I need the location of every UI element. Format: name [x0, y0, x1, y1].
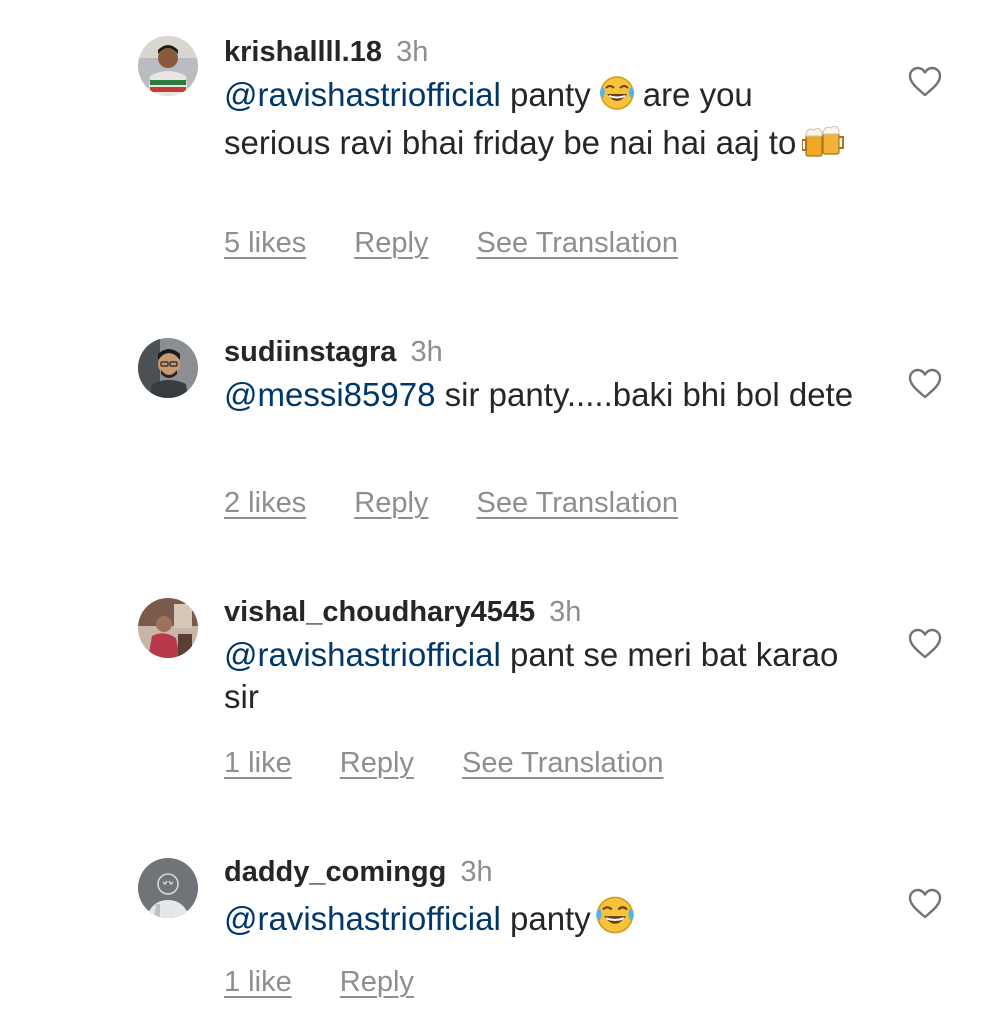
comment-meta: sudiinstagra 3h	[224, 332, 864, 372]
avatar[interactable]	[138, 36, 198, 96]
comment-meta: daddy_comingg 3h	[224, 852, 864, 892]
timestamp: 3h	[460, 856, 493, 888]
beer-mugs-emoji	[801, 122, 845, 170]
mention-link[interactable]: @ravishastriofficial	[224, 76, 501, 113]
comment-text-part: sir panty.....baki bhi bol dete	[444, 376, 854, 413]
comment-meta: vishal_choudhary4545 3h	[224, 592, 864, 632]
tears-of-joy-emoji	[597, 74, 637, 122]
avatar[interactable]	[138, 858, 198, 918]
comment-text-part: panty	[509, 76, 591, 113]
reply-button[interactable]: Reply	[340, 747, 414, 779]
likes-count-link[interactable]: 5 likes	[224, 227, 306, 259]
likes-count-link[interactable]: 1 like	[224, 966, 292, 998]
like-heart-icon[interactable]	[908, 888, 942, 920]
comment-body: daddy_comingg 3h @ravishastriofficial pa…	[224, 852, 864, 946]
comment-body: vishal_choudhary4545 3h @ravishastrioffi…	[224, 592, 864, 718]
comment-text: @ravishastriofficial pant se meri bat ka…	[224, 634, 864, 718]
comment-text: @ravishastriofficial panty are you serio…	[224, 74, 864, 170]
comment-text: @ravishastriofficial panty	[224, 894, 864, 946]
timestamp: 3h	[410, 336, 443, 368]
comment-actions: 1 like Reply See Translation	[224, 745, 704, 781]
avatar[interactable]	[138, 338, 198, 398]
mention-link[interactable]: @messi85978	[224, 376, 435, 413]
comment-actions: 5 likes Reply See Translation	[224, 225, 718, 261]
tears-of-joy-emoji	[593, 894, 637, 946]
reply-button[interactable]: Reply	[354, 227, 428, 259]
see-translation-button[interactable]: See Translation	[462, 747, 664, 779]
comment-text: @messi85978 sir panty.....baki bhi bol d…	[224, 374, 864, 416]
mention-link[interactable]: @ravishastriofficial	[224, 900, 501, 937]
comment-body: sudiinstagra 3h @messi85978 sir panty...…	[224, 332, 864, 416]
reply-button[interactable]: Reply	[354, 487, 428, 519]
username[interactable]: daddy_comingg	[224, 856, 446, 888]
likes-count-link[interactable]: 1 like	[224, 747, 292, 779]
username[interactable]: vishal_choudhary4545	[224, 596, 535, 628]
timestamp: 3h	[396, 36, 429, 68]
avatar[interactable]	[138, 598, 198, 658]
mention-link[interactable]: @ravishastriofficial	[224, 636, 501, 673]
like-heart-icon[interactable]	[908, 628, 942, 660]
username[interactable]: sudiinstagra	[224, 336, 396, 368]
likes-count-link[interactable]: 2 likes	[224, 487, 306, 519]
comment-meta: krishallll.18 3h	[224, 32, 864, 72]
comment-actions: 2 likes Reply See Translation	[224, 485, 718, 521]
timestamp: 3h	[549, 596, 582, 628]
see-translation-button[interactable]: See Translation	[476, 227, 678, 259]
see-translation-button[interactable]: See Translation	[476, 487, 678, 519]
like-heart-icon[interactable]	[908, 368, 942, 400]
comment-actions: 1 like Reply	[224, 964, 454, 1000]
comment-body: krishallll.18 3h @ravishastriofficial pa…	[224, 32, 864, 170]
like-heart-icon[interactable]	[908, 66, 942, 98]
username[interactable]: krishallll.18	[224, 36, 382, 68]
comment-text-part: panty	[509, 900, 591, 937]
reply-button[interactable]: Reply	[340, 966, 414, 998]
